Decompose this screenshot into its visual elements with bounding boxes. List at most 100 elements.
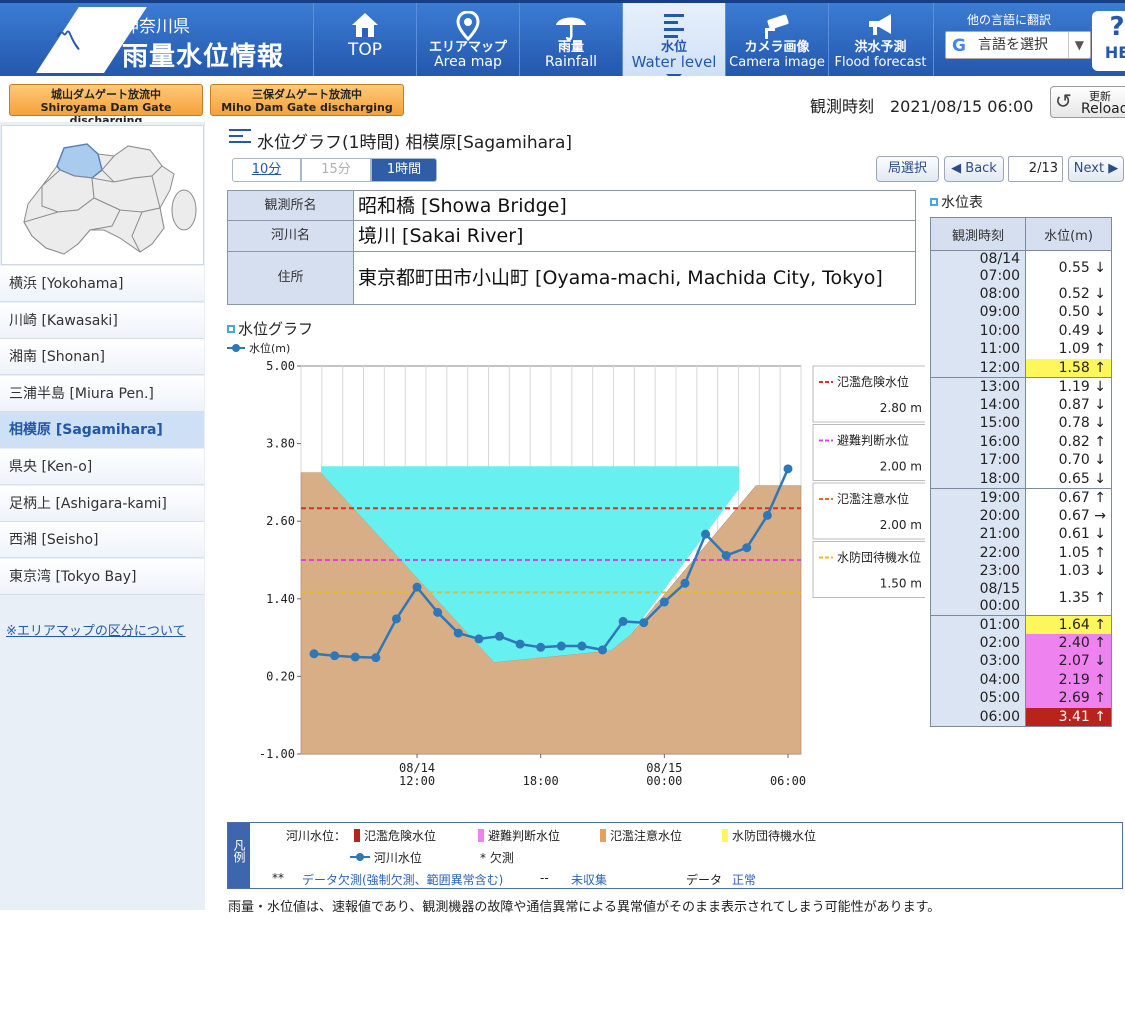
legend-double-asterisk: **: [272, 871, 284, 885]
miho-dam-jp: 三保ダムゲート放流中: [252, 88, 362, 101]
square-bullet-icon: [227, 325, 235, 333]
kanagawa-logo: 〽: [54, 27, 81, 57]
main-content: 水位グラフ(1時間) 相模原[Sagamihara] 10分 15分 1時間 局…: [205, 122, 1125, 922]
nav-area-map-jp: エリアマップ: [428, 40, 507, 55]
threshold-value: 2.80 m: [880, 401, 922, 415]
sidebar-item-area[interactable]: 県央 [Ken-o]: [0, 449, 204, 485]
table-cell-time: 13:00: [930, 377, 1026, 396]
water-level-chart: 水位(m) 5.00 3.80 2.60 1.40 0.20 -1.00 08/1412:00…: [227, 341, 925, 788]
table-row: 11:00 1.09 ↑: [930, 340, 1112, 359]
sidebar-item-area[interactable]: 川崎 [Kawasaki]: [0, 302, 204, 339]
table-cell-time: 11:00: [930, 340, 1026, 359]
address-value: 東京都町田市小山町 [Oyama-machi, Machida City, To…: [353, 251, 916, 305]
megaphone-icon: [829, 3, 932, 41]
chart-legend-label: 水位(m): [249, 341, 290, 355]
table-row: 05:00 2.69 ↑: [930, 689, 1112, 708]
legend-data-status: 正常: [732, 873, 757, 887]
table-cell-time: 18:00: [930, 470, 1026, 489]
sidebar-item-area[interactable]: 湘南 [Shonan]: [0, 339, 204, 376]
shiroyama-dam-alert[interactable]: 城山ダムゲート放流中 Shiroyama Dam Gate dischargin…: [9, 84, 203, 127]
threshold-name: 水防団待機水位: [837, 550, 921, 565]
legend-item-label: 避難判断水位: [488, 829, 561, 843]
sidebar-item-area[interactable]: 横浜 [Yokohama]: [0, 266, 204, 302]
table-cell-level: 1.09 ↑: [1025, 340, 1112, 359]
area-map-note-link[interactable]: ※エリアマップの区分について: [6, 620, 186, 639]
sidebar-item-area[interactable]: 東京湾 [Tokyo Bay]: [0, 558, 204, 595]
help-button[interactable]: ? HE: [1092, 11, 1125, 71]
table-cell-level: 1.58 ↑: [1025, 359, 1112, 378]
data-point: [391, 614, 401, 624]
table-cell-level: 1.03 ↓: [1025, 562, 1112, 581]
nav-flood-forecast-jp: 洪水予測: [854, 40, 907, 55]
reload-label-en: Reload: [1081, 101, 1125, 117]
data-point: [536, 642, 546, 652]
data-point: [556, 641, 566, 651]
prefecture-name: 神奈川県: [122, 17, 190, 37]
x-tick-label: 12:00: [399, 774, 435, 788]
miho-dam-alert[interactable]: 三保ダムゲート放流中 Miho Dam Gate discharging: [210, 84, 404, 116]
sidebar-item-area[interactable]: 足柄上 [Ashigara-kami]: [0, 485, 204, 522]
legend-series-label: 河川水位: [373, 851, 422, 865]
page-indicator: 2/13: [1008, 156, 1063, 182]
x-tick-label: 18:00: [523, 774, 559, 788]
translate-box: 他の言語に翻訳 G 言語を選択 ▼: [933, 3, 1091, 76]
station-name-value: 昭和橋 [Showa Bridge]: [353, 190, 916, 221]
nav-camera[interactable]: カメラ画像 Camera image: [725, 3, 828, 76]
water-level-table: 観測時刻 水位(m) 08/14 07:00 0.55 ↓ 08:00 0.52 ↓ 0…: [930, 217, 1112, 727]
table-cell-level: 0.67 ↑: [1025, 488, 1112, 507]
data-point: [515, 639, 525, 649]
nav-top[interactable]: TOP: [313, 3, 416, 76]
sidebar-item-area[interactable]: 相模原 [Sagamihara]: [0, 412, 204, 449]
kanagawa-map-icon: [23, 143, 197, 255]
table-row: 02:00 2.40 ↑: [930, 634, 1112, 653]
nav-water-level-en: Water level: [631, 53, 717, 71]
data-point: [762, 510, 772, 520]
table-cell-time: 08/14 07:00: [930, 250, 1026, 285]
data-point: [721, 550, 731, 560]
data-point: [783, 464, 793, 474]
table-row: 08/14 07:00 0.55 ↓: [930, 250, 1112, 285]
nav-flood-forecast[interactable]: 洪水予測 Flood forecast: [828, 3, 932, 76]
legend-swatch: [478, 829, 484, 842]
data-point: [659, 597, 669, 607]
table-cell-time: 03:00: [930, 652, 1026, 671]
data-point: [474, 634, 484, 644]
sidebar-item-area[interactable]: 西湘 [Seisho]: [0, 522, 204, 559]
interval-10min[interactable]: 10分: [232, 158, 301, 182]
miho-dam-en: Miho Dam Gate discharging: [221, 101, 393, 114]
umbrella-icon: [520, 3, 622, 41]
map-pin-icon: [417, 3, 519, 42]
legend-item-label: 氾濫注意水位: [610, 829, 683, 843]
language-select[interactable]: G 言語を選択 ▼: [945, 31, 1091, 59]
legend-side-text: 凡例: [232, 839, 246, 863]
site-brand[interactable]: 〽 神奈川県 雨量水位情報: [0, 3, 312, 76]
nav-water-level[interactable]: 水位 Water level: [622, 3, 725, 82]
river-name-label: 河川名: [227, 220, 354, 252]
observation-time: 観測時刻 2021/08/15 06:00: [810, 97, 1034, 116]
table-cell-level: 2.69 ↑: [1025, 689, 1112, 708]
legend-river-label: 河川水位：: [286, 829, 347, 843]
nav-rainfall[interactable]: 雨量 Rainfall: [519, 3, 622, 76]
legend-box: 凡例 河川水位： 氾濫危険水位 避難判断水位 氾濫注意水位 水防団待機水位 河川…: [227, 822, 1123, 889]
interval-1hour[interactable]: 1時間: [371, 158, 437, 182]
nav-area-map[interactable]: エリアマップ Area map: [416, 3, 519, 76]
nav-rainfall-en: Rainfall: [544, 54, 598, 70]
level-column-header: 水位(m): [1025, 217, 1112, 251]
station-select-button[interactable]: 局選択: [876, 156, 939, 182]
time-column-header: 観測時刻: [930, 217, 1026, 251]
legend-item-label: 氾濫危険水位: [364, 829, 437, 843]
data-point: [309, 649, 319, 659]
table-cell-time: 22:00: [930, 544, 1026, 563]
sidebar-item-area[interactable]: 三浦半島 [Miura Pen.]: [0, 375, 204, 412]
y-tick-label: -1.00: [259, 747, 295, 761]
next-button[interactable]: Next ▶: [1068, 156, 1124, 182]
y-tick-label: 1.40: [266, 592, 295, 606]
threshold-value: 2.00 m: [880, 460, 922, 474]
area-map-thumbnail[interactable]: [1, 125, 204, 265]
water-level-table-title-text: 水位表: [941, 195, 983, 211]
back-button[interactable]: ◀ Back: [944, 156, 1004, 182]
table-cell-time: 09:00: [930, 303, 1026, 322]
table-row: 20:00 0.67 →: [930, 507, 1112, 526]
legend-swatch: [722, 829, 728, 842]
reload-button[interactable]: ↺ 更新 Reload: [1050, 86, 1125, 118]
